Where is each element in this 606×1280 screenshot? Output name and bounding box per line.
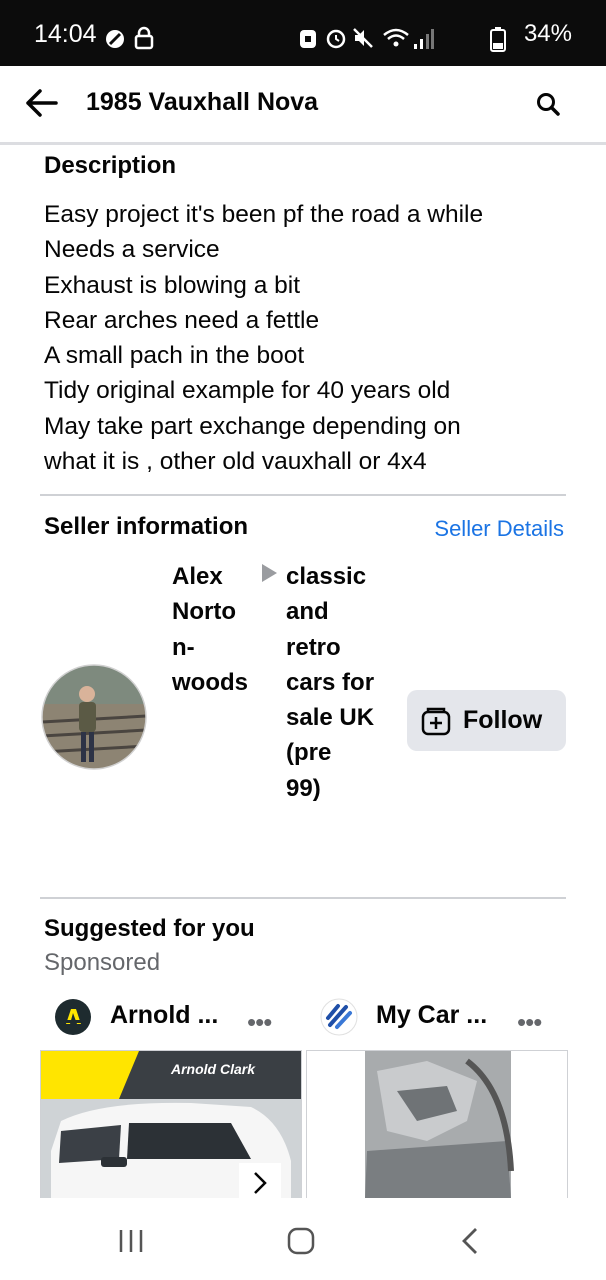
play-triangle-icon	[262, 564, 277, 582]
status-time: 14:04	[34, 20, 97, 48]
back-arrow-icon[interactable]	[24, 88, 58, 118]
ad-more-options-icon[interactable]: •••	[517, 1007, 542, 1038]
recent-apps-icon[interactable]	[117, 1228, 147, 1254]
search-icon[interactable]	[536, 92, 562, 118]
seller-name-line: Norto	[172, 598, 236, 626]
seller-group[interactable]: classic and retro cars for sale UK (pre …	[286, 559, 374, 806]
seller-group-line: classic	[286, 563, 367, 590]
description-line: Exhaust is blowing a bit	[44, 271, 301, 299]
lock-icon	[134, 26, 154, 50]
description-line: Rear arches need a fettle	[44, 306, 320, 334]
back-nav-icon[interactable]	[458, 1226, 482, 1256]
seller-details-link[interactable]: Seller Details	[434, 516, 564, 542]
divider	[40, 897, 566, 899]
follow-label: Follow	[463, 706, 543, 734]
battery-saver-icon	[300, 30, 316, 48]
app-bar: 1985 Vauxhall Nova	[0, 66, 606, 145]
no-disturb-icon	[106, 30, 124, 48]
seller-name-line: Alex	[172, 563, 223, 590]
ad-image-wrap[interactable]	[306, 1050, 568, 1200]
status-bar: 14:04 34%	[0, 0, 606, 66]
description-line: May take part exchange depending on	[44, 412, 461, 440]
ad-banner-text: Arnold Clark	[171, 1061, 256, 1077]
page-title: 1985 Vauxhall Nova	[86, 88, 319, 116]
description-line: Needs a service	[44, 236, 220, 264]
seller-group-line: cars for	[286, 668, 375, 696]
ad-brand-name[interactable]: My Car ...	[376, 1001, 487, 1030]
seller-name[interactable]: Alex Norto n- woods	[172, 559, 248, 700]
alarm-icon	[326, 29, 346, 49]
ad-more-options-icon[interactable]: •••	[247, 1007, 272, 1038]
description-line: what it is , other old vauxhall or 4x4	[44, 448, 427, 476]
seller-group-line: (pre	[286, 739, 332, 767]
description-body: Easy project it's been pf the road a whi…	[44, 197, 483, 479]
battery-percent: 34%	[523, 20, 572, 47]
ad-brand-name[interactable]: Arnold ...	[110, 1001, 218, 1030]
signal-icon	[414, 29, 434, 49]
seller-name-line: woods	[172, 668, 248, 696]
description-line: Tidy original example for 40 years old	[44, 377, 451, 405]
seller-name-line: n-	[172, 633, 195, 661]
seller-group-line: retro	[286, 633, 341, 661]
foil-photo	[365, 1051, 514, 1199]
wifi-icon	[383, 28, 409, 47]
mute-icon	[353, 28, 373, 48]
chevron-right-icon	[254, 1172, 267, 1194]
seller-avatar[interactable]	[41, 664, 147, 770]
ad-image-van[interactable]: Arnold Clark	[40, 1050, 302, 1200]
seller-group-line: and	[286, 598, 329, 626]
carousel-next-button[interactable]	[239, 1163, 281, 1199]
seller-group-line: 99)	[286, 774, 321, 802]
description-line: Easy project it's been pf the road a whi…	[44, 201, 484, 228]
arnold-clark-logo-icon[interactable]	[54, 998, 92, 1036]
description-line: A small pach in the boot	[44, 342, 305, 370]
follow-button[interactable]: Follow	[407, 690, 566, 751]
divider	[40, 494, 566, 496]
seller-info-heading: Seller information	[44, 513, 249, 540]
suggested-heading: Suggested for you	[44, 915, 255, 942]
description-heading: Description	[44, 152, 177, 179]
home-icon[interactable]	[286, 1226, 316, 1256]
my-car-logo-icon[interactable]	[320, 998, 358, 1036]
seller-group-line: sale UK	[286, 704, 375, 732]
battery-icon	[490, 27, 506, 52]
system-nav-bar	[0, 1198, 606, 1280]
sponsored-label: Sponsored	[44, 949, 161, 976]
follow-add-icon	[421, 707, 451, 735]
